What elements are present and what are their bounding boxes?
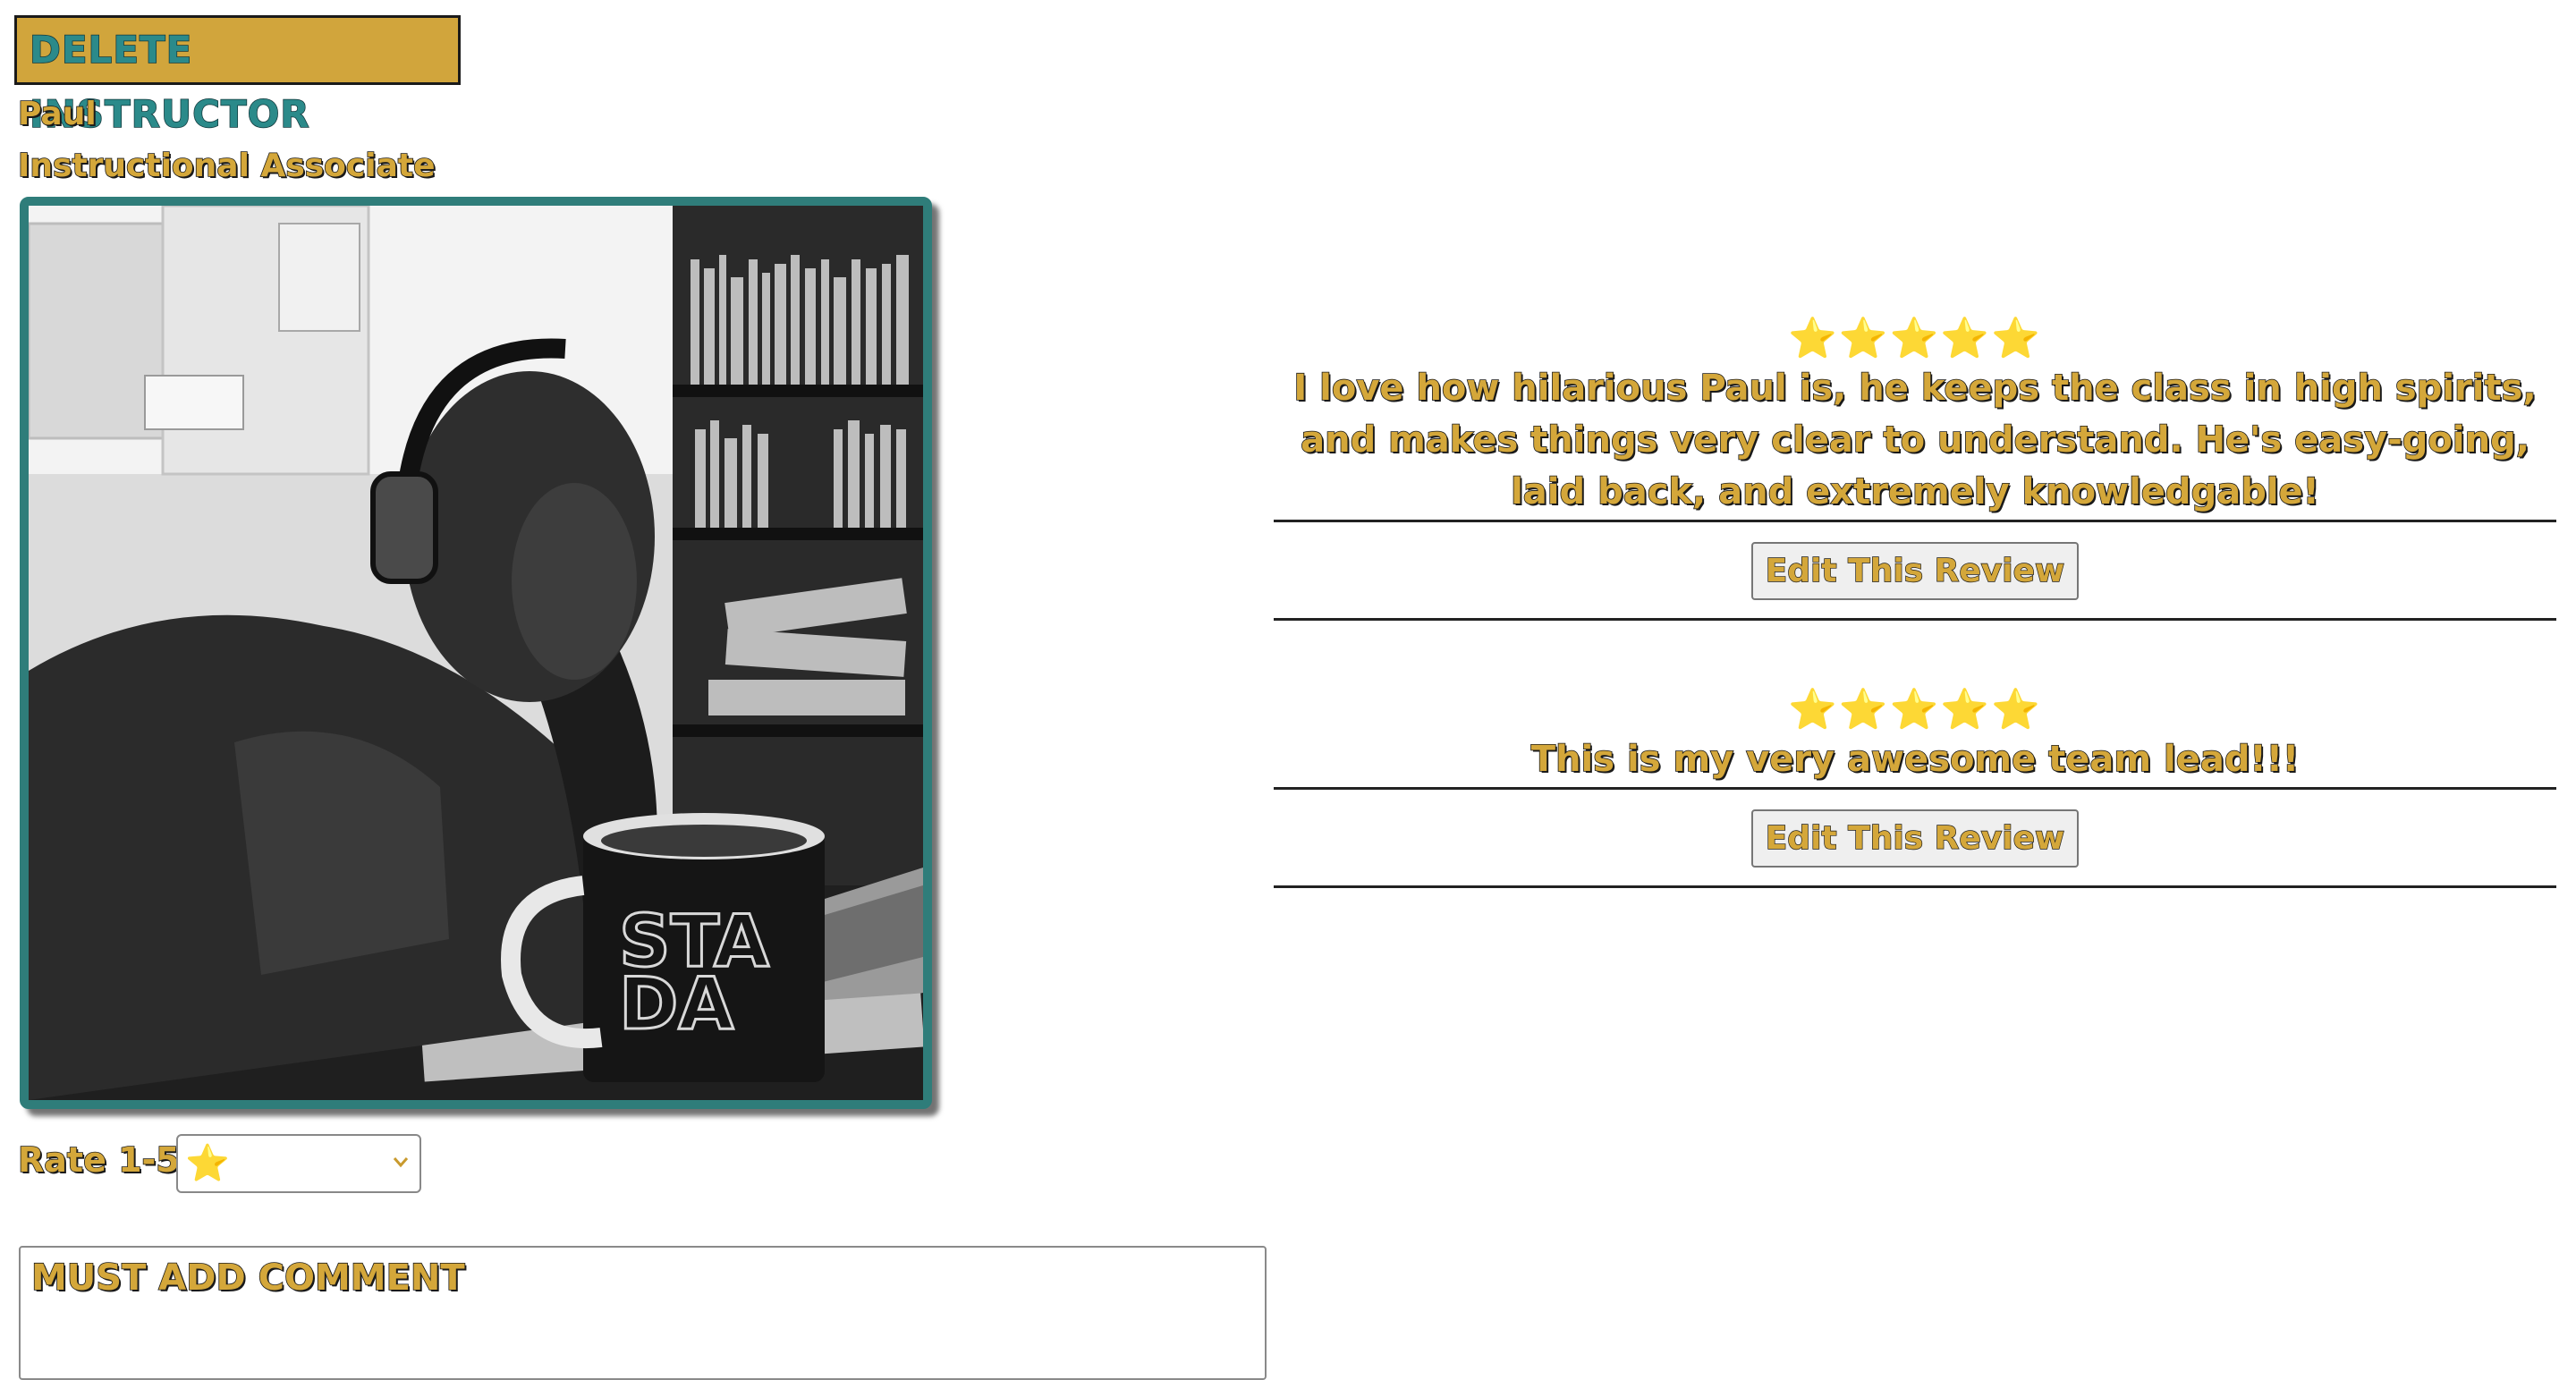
chevron-down-icon	[393, 1157, 409, 1168]
instructor-photo: STA DA	[20, 197, 932, 1109]
rating-label: Rate 1-5	[17, 1139, 180, 1181]
delete-instructor-button[interactable]: DELETE INSTRUCTOR	[14, 15, 461, 137]
review-card: ⭐⭐⭐⭐⭐ I love how hilarious Paul is, he k…	[1274, 316, 2556, 621]
divider	[1274, 885, 2556, 888]
rating-select[interactable]: ⭐	[176, 1134, 421, 1193]
comment-field[interactable]: MUST ADD COMMENT	[19, 1246, 1267, 1380]
divider	[1274, 618, 2556, 621]
rating-selected-value: ⭐	[185, 1143, 230, 1184]
instructor-role: Instructional Associate	[17, 147, 436, 185]
review-text: This is my very awesome team lead!!!	[1530, 738, 2300, 781]
edit-review-button[interactable]: Edit This Review	[1750, 542, 2080, 600]
review-stars: ⭐⭐⭐⭐⭐	[1788, 687, 2042, 732]
instructor-name: Paul	[17, 95, 97, 133]
review-stars: ⭐⭐⭐⭐⭐	[1788, 316, 2042, 361]
svg-text:DA: DA	[619, 962, 733, 1046]
review-card: ⭐⭐⭐⭐⭐ This is my very awesome team lead!…	[1274, 687, 2556, 888]
edit-review-button[interactable]: Edit This Review	[1750, 809, 2080, 868]
review-text: I love how hilarious Paul is, he keeps t…	[1293, 367, 2538, 513]
